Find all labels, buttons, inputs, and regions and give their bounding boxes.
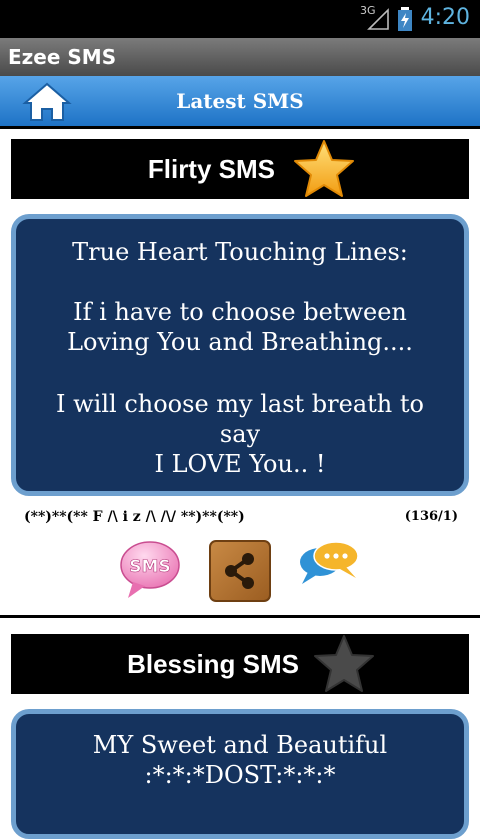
signal-icon <box>367 8 389 30</box>
category-header-blessing[interactable]: Blessing SMS <box>11 634 469 694</box>
message-card[interactable]: True Heart Touching Lines: If i have to … <box>11 214 469 496</box>
clock: 4:20 <box>420 5 470 30</box>
divider <box>0 126 480 129</box>
divider <box>0 615 480 618</box>
message-author: (**)**(** F /\ i z /\ /\/ **)**(**) <box>24 509 245 525</box>
message-line: :*:*:*DOST:*:*:* <box>144 761 336 789</box>
category-title: Blessing SMS <box>127 649 299 679</box>
message-line: True Heart Touching Lines: <box>72 238 408 266</box>
status-bar: 3G 4:20 <box>0 0 480 38</box>
message-line: I will choose my last breath to <box>56 390 424 418</box>
message-line: say <box>219 420 261 448</box>
gray-star-icon[interactable] <box>311 633 377 695</box>
message-line: MY Sweet and Beautiful <box>92 731 388 759</box>
message-counter: (136/1) <box>404 509 458 524</box>
nav-title: Latest SMS <box>176 89 304 113</box>
nav-bar: Latest SMS <box>0 76 480 126</box>
sms-bubble-icon[interactable]: SMS <box>119 538 181 600</box>
app-title: Ezee SMS <box>8 45 117 69</box>
app-title-bar: Ezee SMS <box>0 38 480 76</box>
gold-star-icon[interactable] <box>291 138 357 200</box>
message-line: If i have to choose between <box>73 298 407 326</box>
category-header-flirty[interactable]: Flirty SMS <box>11 139 469 199</box>
message-card[interactable]: MY Sweet and Beautiful :*:*:*DOST:*:*:* <box>11 709 469 839</box>
message-blank <box>16 267 464 297</box>
chat-bubbles-icon[interactable] <box>298 540 360 586</box>
message-blank <box>16 357 464 389</box>
battery-charging-icon <box>398 7 412 31</box>
share-icon[interactable] <box>209 540 271 602</box>
sms-icon-label: SMS <box>129 557 170 577</box>
message-line: I LOVE You.. ! <box>154 450 326 478</box>
message-line: Loving You and Breathing.... <box>67 328 413 356</box>
category-title: Flirty SMS <box>147 154 275 184</box>
